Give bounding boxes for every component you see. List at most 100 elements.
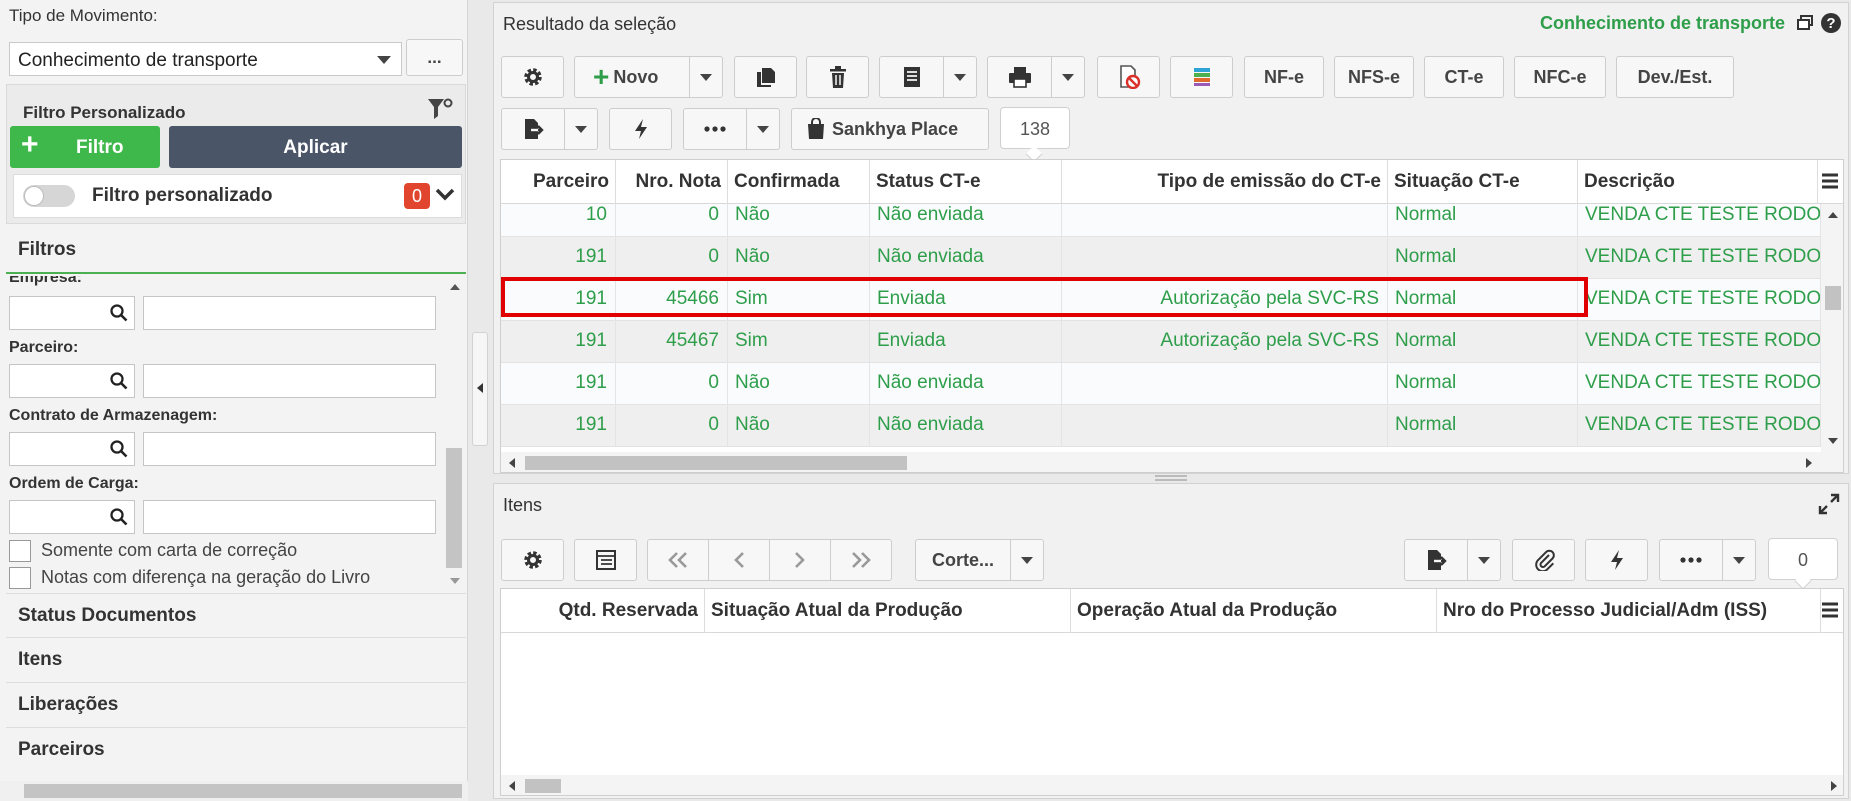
itens-grid-button[interactable] xyxy=(574,539,637,581)
col-nro-nota[interactable]: Nro. Nota xyxy=(616,160,728,204)
filter-settings-icon[interactable] xyxy=(427,97,453,126)
corte-button[interactable]: Corte... xyxy=(915,539,1011,581)
report-button[interactable] xyxy=(879,56,944,98)
table-row[interactable]: 191 45467 Sim Enviada Autorização pela SVC-R… xyxy=(501,321,1821,363)
itens-more-button[interactable] xyxy=(1659,539,1723,581)
scrollbar-thumb[interactable] xyxy=(1825,286,1841,310)
accordion-itens[interactable]: Itens xyxy=(6,637,466,680)
dev-est-button[interactable]: Dev./Est. xyxy=(1616,56,1734,98)
panel-resize-handle[interactable] xyxy=(1155,475,1187,481)
novo-dropdown-button[interactable] xyxy=(689,56,723,98)
itens-settings-button[interactable] xyxy=(501,539,564,581)
filtros-scrollbar[interactable] xyxy=(442,276,466,592)
grid-v-scrollbar[interactable] xyxy=(1821,204,1843,452)
export-dropdown-button[interactable] xyxy=(564,108,598,150)
tipo-movimento-select[interactable]: Conhecimento de transporte xyxy=(9,42,402,76)
next-record-button[interactable] xyxy=(769,539,831,581)
nfse-button[interactable]: NFS-e xyxy=(1334,56,1414,98)
first-record-button[interactable] xyxy=(647,539,709,581)
col-parceiro[interactable]: Parceiro xyxy=(501,160,616,204)
novo-button[interactable]: + Novo xyxy=(574,56,690,98)
chevron-down-icon[interactable] xyxy=(434,183,456,210)
itens-actions-button[interactable] xyxy=(1585,539,1648,581)
column-menu-icon[interactable] xyxy=(1821,601,1839,624)
last-record-button[interactable] xyxy=(830,539,892,581)
delete-button[interactable] xyxy=(806,56,869,98)
export-button[interactable] xyxy=(501,108,565,150)
search-icon[interactable] xyxy=(110,372,128,395)
accordion-parceiros[interactable]: Parceiros xyxy=(6,727,466,770)
col-tipo-emissao[interactable]: Tipo de emissão do CT-e xyxy=(1062,160,1388,204)
ordem-name-field[interactable] xyxy=(143,500,436,534)
scrollbar-thumb[interactable] xyxy=(525,779,561,793)
empresa-name-field[interactable] xyxy=(143,296,436,330)
actions-button[interactable] xyxy=(609,108,672,150)
aplicar-button[interactable]: Aplicar xyxy=(169,126,462,168)
col-operacao-producao[interactable]: Operação Atual da Produção xyxy=(1071,589,1437,633)
add-filtro-button[interactable]: + Filtro xyxy=(10,126,160,168)
more-options-button[interactable]: ... xyxy=(406,39,463,76)
col-situacao-cte[interactable]: Situação CT-e xyxy=(1388,160,1578,204)
scrollbar-thumb[interactable] xyxy=(24,784,462,798)
itens-export-button[interactable] xyxy=(1404,539,1468,581)
search-icon[interactable] xyxy=(110,508,128,531)
accordion-status-documentos[interactable]: Status Documentos xyxy=(6,593,466,636)
accordion-liberacoes[interactable]: Liberações xyxy=(6,682,466,725)
contrato-name-field[interactable] xyxy=(143,432,436,466)
expand-icon[interactable] xyxy=(1818,493,1840,520)
scroll-right-icon[interactable] xyxy=(1806,458,1812,468)
diferenca-livro-checkbox[interactable] xyxy=(9,567,31,589)
scrollbar-thumb[interactable] xyxy=(525,456,907,470)
attach-button[interactable] xyxy=(1512,539,1575,581)
prev-record-button[interactable] xyxy=(708,539,770,581)
col-descricao[interactable]: Descrição xyxy=(1578,160,1818,204)
scroll-up-icon[interactable] xyxy=(1828,212,1838,218)
sankhya-place-button[interactable]: Sankhya Place xyxy=(791,108,989,150)
help-icon[interactable]: ? xyxy=(1820,12,1842,39)
carta-correcao-checkbox[interactable] xyxy=(9,540,31,562)
duplicate-button[interactable] xyxy=(734,56,797,98)
scroll-up-icon[interactable] xyxy=(450,284,460,290)
search-icon[interactable] xyxy=(110,304,128,327)
layers-button[interactable] xyxy=(1170,56,1233,98)
col-nro-processo[interactable]: Nro do Processo Judicial/Adm (ISS) xyxy=(1437,589,1821,633)
nfce-button[interactable]: NFC-e xyxy=(1514,56,1606,98)
column-menu-icon[interactable] xyxy=(1821,172,1839,195)
more-button[interactable] xyxy=(683,108,747,150)
report-dropdown-button[interactable] xyxy=(943,56,977,98)
panel-splitter-handle[interactable] xyxy=(472,332,488,446)
itens-h-scrollbar[interactable] xyxy=(501,775,1843,795)
scroll-down-icon[interactable] xyxy=(450,578,460,584)
table-row[interactable]: 10 0 Não Não enviada Normal VENDA CTE TESTE R… xyxy=(501,204,1821,237)
grid-h-scrollbar[interactable] xyxy=(501,452,1843,472)
col-confirmada[interactable]: Confirmada xyxy=(728,160,870,204)
left-h-scrollbar[interactable] xyxy=(0,781,468,801)
scroll-left-icon[interactable] xyxy=(509,781,515,791)
scroll-right-icon[interactable] xyxy=(1831,781,1837,791)
more-dropdown-button[interactable] xyxy=(746,108,780,150)
table-row[interactable]: 191 0 Não Não enviada Normal VENDA CTE TESTE … xyxy=(501,363,1821,405)
nfe-button[interactable]: NF-e xyxy=(1244,56,1324,98)
table-row[interactable]: 191 45466 Sim Enviada Autorização pela SVC-R… xyxy=(501,279,1821,321)
itens-export-dropdown-button[interactable] xyxy=(1467,539,1501,581)
col-qtd-reservada[interactable]: Qtd. Reservada xyxy=(501,589,705,633)
restore-window-icon[interactable] xyxy=(1796,14,1814,37)
parceiro-name-field[interactable] xyxy=(143,364,436,398)
scrollbar-thumb[interactable] xyxy=(446,448,462,568)
table-row[interactable]: 191 0 Não Não enviada Normal VENDA CTE TESTE … xyxy=(501,237,1821,279)
scroll-down-icon[interactable] xyxy=(1828,438,1838,444)
scroll-left-icon[interactable] xyxy=(509,458,515,468)
settings-button[interactable] xyxy=(501,56,564,98)
print-dropdown-button[interactable] xyxy=(1051,56,1085,98)
col-situacao-producao[interactable]: Situação Atual da Produção xyxy=(705,589,1071,633)
corte-dropdown-button[interactable] xyxy=(1010,539,1044,581)
itens-more-dropdown-button[interactable] xyxy=(1722,539,1756,581)
cte-button[interactable]: CT-e xyxy=(1424,56,1504,98)
cancel-document-button[interactable] xyxy=(1097,56,1160,98)
table-row[interactable]: 191 0 Não Não enviada Normal VENDA CTE TESTE … xyxy=(501,405,1821,447)
filtros-header[interactable]: Filtros xyxy=(6,226,466,274)
search-icon[interactable] xyxy=(110,440,128,463)
filtro-toggle-switch[interactable] xyxy=(23,185,75,207)
col-status-cte[interactable]: Status CT-e xyxy=(870,160,1062,204)
print-button[interactable] xyxy=(987,56,1052,98)
